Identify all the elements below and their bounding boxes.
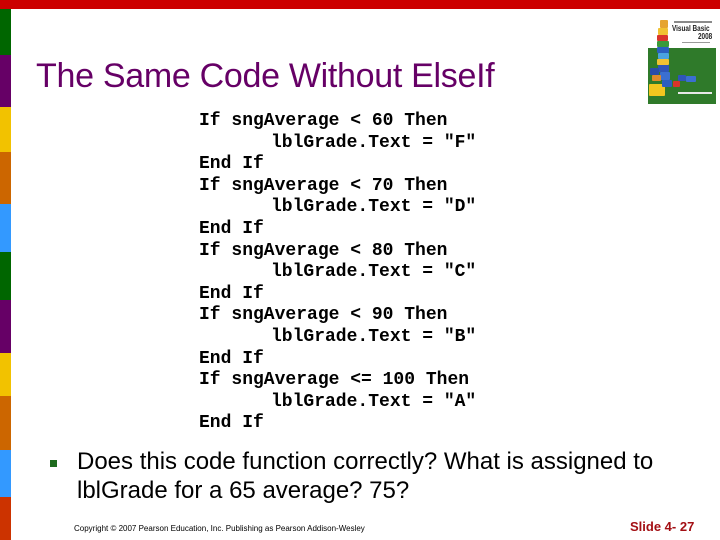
cover-series-line [674, 21, 712, 23]
top-accent-bar [0, 0, 720, 9]
square-bullet-icon [50, 460, 57, 467]
side-color-stripe [0, 9, 11, 540]
code-line: lblGrade.Text = "C" [271, 262, 477, 283]
code-block: If sngAverage < 60 Then lblGrade.Text = "… [199, 111, 476, 435]
code-line: End If [199, 154, 264, 175]
stripe-segment [0, 152, 11, 204]
slide-number: Slide 4- 27 [630, 519, 695, 534]
stripe-segment [0, 204, 11, 252]
stripe-segment [0, 9, 11, 55]
cover-authors [678, 92, 712, 94]
brick [662, 80, 672, 87]
brick [650, 68, 659, 75]
stripe-segment [0, 497, 11, 540]
slide-title: The Same Code Without ElseIf [36, 57, 495, 95]
brick [652, 75, 661, 81]
code-line: lblGrade.Text = "D" [271, 197, 477, 218]
code-line: End If [199, 218, 264, 239]
brick [658, 28, 668, 35]
code-line: If sngAverage < 90 Then [199, 305, 448, 326]
code-line: If sngAverage <= 100 Then [199, 370, 470, 391]
brick [660, 72, 670, 80]
code-line: lblGrade.Text = "F" [271, 132, 477, 153]
bullet-question: Does this code function correctly? What … [77, 448, 654, 504]
stripe-segment [0, 396, 11, 450]
code-line: lblGrade.Text = "B" [271, 326, 477, 347]
brick [673, 81, 680, 87]
stripe-segment [0, 300, 11, 353]
stripe-segment [0, 353, 11, 396]
code-line: If sngAverage < 80 Then [199, 240, 448, 261]
cover-year: 2008 [698, 32, 713, 41]
code-line: End If [199, 283, 264, 304]
brick [660, 20, 668, 28]
code-line: lblGrade.Text = "A" [271, 391, 477, 412]
stripe-segment [0, 107, 11, 152]
code-line: End If [199, 348, 264, 369]
code-line: If sngAverage < 60 Then [199, 111, 448, 131]
stripe-segment [0, 450, 11, 497]
code-line: If sngAverage < 70 Then [199, 175, 448, 196]
brick [658, 65, 669, 72]
stripe-segment [0, 55, 11, 107]
copyright-notice: Copyright © 2007 Pearson Education, Inc.… [74, 524, 365, 533]
book-cover-image: Visual Basic 2008 [648, 18, 716, 104]
brick [686, 76, 696, 82]
stripe-segment [0, 252, 11, 300]
cover-edition-line [682, 42, 710, 43]
code-line: End If [199, 413, 264, 434]
